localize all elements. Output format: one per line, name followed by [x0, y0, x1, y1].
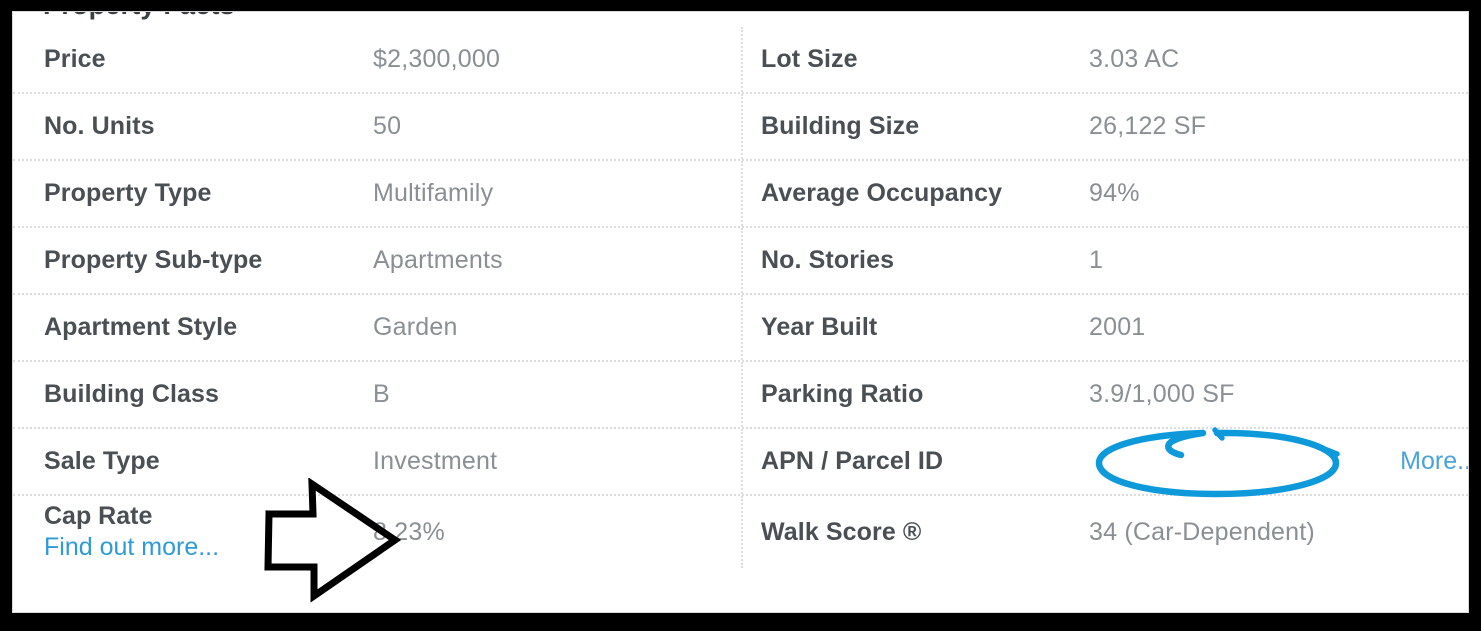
table-cell-right: Lot Size 3.03 AC — [741, 27, 1468, 92]
field-label: No. Stories — [761, 246, 895, 274]
field-label: Apartment Style — [44, 313, 238, 341]
property-facts-table: Price $2,300,000 Lot Size 3.03 AC No. Un… — [13, 27, 1468, 568]
annotated-screenshot: Property Facts Price $2,300,000 Lot Size… — [0, 0, 1481, 631]
field-value: Investment — [373, 447, 498, 475]
field-value: $2,300,000 — [373, 45, 501, 73]
field-label: Price — [44, 45, 106, 73]
field-label: Building Class — [44, 380, 220, 408]
more-link[interactable]: More.. — [1400, 447, 1468, 476]
field-label: Lot Size — [761, 45, 858, 73]
field-label: Building Size — [761, 112, 920, 140]
table-row: Building Class B Parking Ratio 3.9/1,000… — [13, 362, 1468, 429]
table-cell-right: Walk Score ® 34 (Car-Dependent) — [741, 496, 1468, 568]
field-label: Average Occupancy — [761, 179, 1003, 207]
field-value: 94% — [1089, 179, 1140, 207]
table-cell-left: No. Units 50 — [13, 94, 741, 159]
table-row: Property Sub-type Apartments No. Stories… — [13, 228, 1468, 295]
field-label: APN / Parcel ID — [761, 447, 944, 475]
field-label: Property Type — [44, 179, 212, 207]
field-value: 3.03 AC — [1089, 45, 1180, 73]
field-value: 34 (Car-Dependent) — [1089, 517, 1315, 546]
table-cell-left: Building Class B — [13, 362, 741, 427]
table-cell-left: Sale Type Investment — [13, 429, 741, 494]
table-row: No. Units 50 Building Size 26,122 SF — [13, 94, 1468, 161]
field-value: 26,122 SF — [1089, 112, 1207, 140]
field-value: 50 — [373, 112, 402, 140]
field-label: Property Sub-type — [44, 246, 263, 274]
field-value: Apartments — [373, 246, 503, 274]
field-value: Garden — [373, 313, 458, 341]
table-row: Cap Rate Find out more... 8.23% Walk Sco… — [13, 496, 1468, 568]
black-annotation-frame: Property Facts Price $2,300,000 Lot Size… — [9, 8, 1472, 616]
table-cell-left: Property Type Multifamily — [13, 161, 741, 226]
table-cell-right: No. Stories 1 — [741, 228, 1468, 293]
find-out-more-link[interactable]: Find out more... — [44, 533, 373, 562]
table-row: Sale Type Investment APN / Parcel ID Mor… — [13, 429, 1468, 496]
table-cell-right: Building Size 26,122 SF — [741, 94, 1468, 159]
table-cell-left: Cap Rate Find out more... 8.23% — [13, 496, 741, 568]
field-label: Sale Type — [44, 447, 160, 475]
page-title: Property Facts — [43, 12, 235, 21]
cap-rate-label-group: Cap Rate Find out more... — [13, 502, 373, 562]
field-label: Cap Rate — [44, 502, 153, 530]
table-cell-right: APN / Parcel ID More.. — [741, 429, 1468, 494]
field-label: Parking Ratio — [761, 380, 924, 408]
field-value: 8.23% — [373, 517, 445, 546]
table-cell-right: Year Built 2001 — [741, 295, 1468, 360]
table-cell-right: Average Occupancy 94% — [741, 161, 1468, 226]
table-cell-left: Apartment Style Garden — [13, 295, 741, 360]
field-label: No. Units — [44, 112, 155, 140]
field-value: Multifamily — [373, 179, 494, 207]
field-value: 3.9/1,000 SF — [1089, 380, 1235, 408]
field-value: B — [373, 380, 390, 408]
field-label: Walk Score ® — [761, 517, 922, 546]
table-cell-right: Parking Ratio 3.9/1,000 SF — [741, 362, 1468, 427]
property-facts-panel: Property Facts Price $2,300,000 Lot Size… — [12, 11, 1469, 613]
field-value: 2001 — [1089, 313, 1146, 341]
table-row: Apartment Style Garden Year Built 2001 — [13, 295, 1468, 362]
field-value: 1 — [1089, 246, 1104, 274]
table-cell-left: Price $2,300,000 — [13, 27, 741, 92]
table-row: Property Type Multifamily Average Occupa… — [13, 161, 1468, 228]
table-row: Price $2,300,000 Lot Size 3.03 AC — [13, 27, 1468, 94]
field-label: Year Built — [761, 313, 878, 341]
table-cell-left: Property Sub-type Apartments — [13, 228, 741, 293]
